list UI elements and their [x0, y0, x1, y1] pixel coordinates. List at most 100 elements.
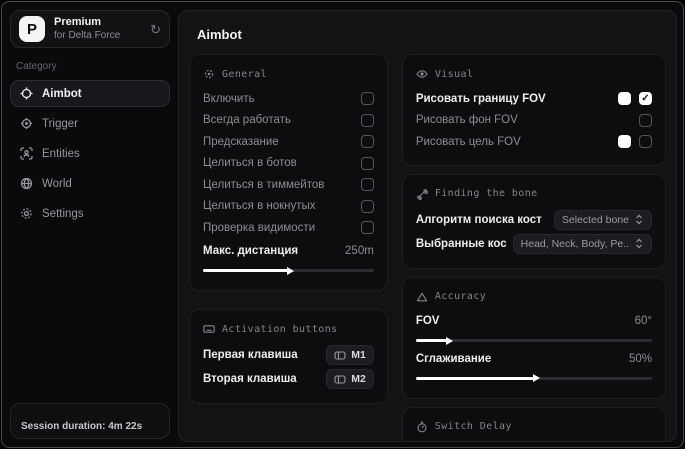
- sidebar-item-label: Entities: [42, 147, 80, 160]
- slider-fill: [203, 269, 289, 272]
- sidebar-item-label: Settings: [42, 207, 84, 220]
- sidebar-item-world[interactable]: World: [10, 170, 170, 197]
- toggle-label: Всегда работать: [203, 114, 291, 127]
- section-accuracy-header: Accuracy: [416, 291, 652, 303]
- page-title: Aimbot: [197, 27, 242, 42]
- slider-header: FOV 60°: [416, 311, 652, 333]
- slider-value: 250m: [345, 245, 374, 258]
- bone-algorithm-select[interactable]: Selected bone: [553, 209, 652, 230]
- section-title: Switch Delay: [434, 421, 512, 432]
- keybind-key: M1: [351, 349, 366, 361]
- visual-row: Рисовать фон FOV: [416, 110, 652, 132]
- app-window: P Premium for Delta Force ↻ Category Aim…: [1, 1, 684, 448]
- checkbox[interactable]: [639, 135, 652, 149]
- checkbox[interactable]: [360, 221, 374, 235]
- keybind-row: Первая клавиша M1: [203, 343, 374, 367]
- bone-icon: [416, 188, 428, 200]
- slider-value: 50%: [628, 352, 652, 365]
- toggle-row: Целиться в тиммейтов: [203, 174, 374, 196]
- max-distance-slider-block: Макс. дистанция 250m: [203, 241, 374, 272]
- session-duration: Session duration: 4m 22s: [10, 403, 170, 439]
- right-column: Visual Рисовать границу FOV Рисовать фон…: [401, 54, 666, 442]
- section-switch-delay: Switch Delay Задержка переключения Задер…: [401, 406, 666, 442]
- section-accuracy: Accuracy FOV 60° Сглаживание 50%: [401, 276, 666, 399]
- checkbox[interactable]: [360, 113, 374, 127]
- slider-label: Макс. дистанция: [203, 245, 299, 258]
- sidebar-item-aimbot[interactable]: Aimbot: [10, 80, 170, 107]
- checkbox[interactable]: [360, 178, 374, 192]
- section-title: Finding the bone: [434, 188, 538, 199]
- sidebar-item-entities[interactable]: Entities: [10, 140, 170, 167]
- select-row: Выбранные кос Head, Neck, Body, Pe..: [416, 232, 652, 256]
- checkbox[interactable]: [360, 199, 374, 213]
- logo-text: Premium for Delta Force: [54, 16, 120, 42]
- category-label: Category: [16, 61, 57, 72]
- slider-label: FOV: [415, 315, 440, 328]
- scan-person-icon: [20, 147, 33, 160]
- keybind-label: Первая клавиша: [203, 349, 298, 361]
- fov-slider-block: FOV 60°: [415, 311, 652, 342]
- keybind-label: Вторая клавиша: [203, 373, 297, 385]
- toggle-row: Целиться в нокнутых: [203, 196, 374, 218]
- sidebar: P Premium for Delta Force ↻ Category Aim…: [2, 2, 178, 447]
- checkbox[interactable]: [639, 113, 652, 127]
- checkbox[interactable]: [639, 92, 652, 106]
- main-panel: Aimbot General Включить Всегда работать …: [178, 10, 677, 442]
- mouse-icon: [334, 350, 346, 361]
- section-finding-bone: Finding the bone Алгоритм поиска кост Se…: [401, 173, 666, 269]
- section-bone-header: Finding the bone: [416, 188, 652, 200]
- toggle-label: Целиться в тиммейтов: [203, 178, 325, 191]
- section-title: Activation buttons: [222, 323, 338, 335]
- section-title: Accuracy: [434, 291, 487, 302]
- target-icon: [20, 117, 33, 130]
- refresh-icon[interactable]: ↻: [150, 23, 161, 36]
- crosshair-icon: [20, 87, 33, 100]
- content-columns: General Включить Всегда работать Предска…: [189, 54, 666, 442]
- sidebar-item-settings[interactable]: Settings: [10, 200, 170, 227]
- visual-label: Рисовать цель FOV: [415, 135, 521, 148]
- toggle-label: Проверка видимости: [203, 221, 316, 234]
- select-value: Selected bone: [561, 213, 629, 226]
- section-activation-header: Activation buttons: [203, 323, 374, 335]
- toggle-row: Всегда работать: [203, 110, 374, 132]
- slider-label: Сглаживание: [415, 352, 492, 365]
- section-activation-buttons: Activation buttons Первая клавиша M1 Вто…: [189, 309, 388, 404]
- checkbox[interactable]: [360, 156, 374, 170]
- keybind-button-1[interactable]: M1: [326, 345, 374, 365]
- smoothing-slider[interactable]: [415, 376, 652, 380]
- slider-value: 60°: [634, 315, 652, 328]
- section-visual: Visual Рисовать границу FOV Рисовать фон…: [401, 54, 666, 166]
- color-swatch[interactable]: [618, 92, 631, 106]
- toggle-row: Включить: [203, 88, 374, 110]
- select-label: Выбранные кос: [415, 237, 507, 250]
- toggle-row: Задержка переключения: [416, 441, 652, 442]
- keybind-row: Вторая клавиша M2: [203, 367, 374, 391]
- globe-icon: [20, 177, 33, 190]
- visual-row: Рисовать цель FOV: [416, 131, 652, 153]
- triangle-icon: [416, 291, 428, 303]
- toggle-label: Целиться в нокнутых: [203, 200, 316, 213]
- sidebar-item-trigger[interactable]: Trigger: [10, 110, 170, 137]
- toggle-label: Включить: [203, 92, 255, 105]
- eye-icon: [416, 68, 428, 80]
- selected-bones-select[interactable]: Head, Neck, Body, Pe..: [512, 233, 652, 254]
- keybind-button-2[interactable]: M2: [326, 369, 374, 389]
- keybind-key: M2: [351, 373, 366, 385]
- app-title: Premium: [54, 15, 102, 28]
- logo-card: P Premium for Delta Force ↻: [10, 10, 170, 48]
- slider-header: Макс. дистанция 250m: [203, 241, 374, 263]
- checkbox[interactable]: [360, 135, 374, 149]
- toggle-row: Проверка видимости: [203, 217, 374, 239]
- smoothing-slider-block: Сглаживание 50%: [415, 348, 652, 380]
- toggle-label: Целиться в ботов: [203, 157, 297, 170]
- sidebar-item-label: Aimbot: [42, 87, 82, 100]
- fov-slider[interactable]: [415, 339, 652, 342]
- select-row: Алгоритм поиска кост Selected bone: [416, 208, 652, 232]
- color-swatch[interactable]: [618, 135, 631, 149]
- section-general-header: General: [203, 68, 374, 80]
- max-distance-slider[interactable]: [203, 269, 374, 272]
- checkbox[interactable]: [360, 92, 374, 106]
- select-label: Алгоритм поиска кост: [415, 213, 542, 226]
- section-visual-header: Visual: [416, 68, 652, 80]
- mouse-icon: [334, 374, 346, 385]
